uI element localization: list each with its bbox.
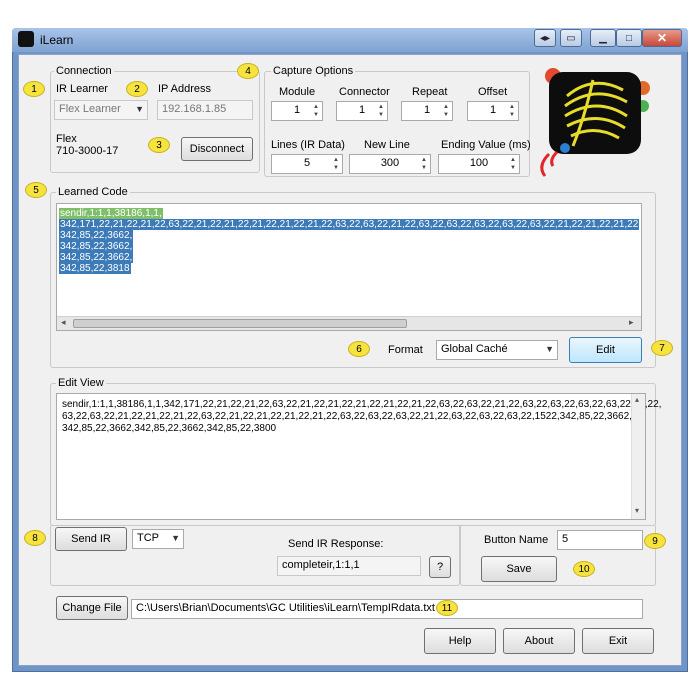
- ir-learner-select[interactable]: Flex Learner ▼: [54, 100, 148, 120]
- edit-line: 63,22,63,22,21,22,21,22,21,22,63,22,21,2…: [62, 411, 632, 422]
- spin-arrows-icon[interactable]: ▲ ▼: [441, 103, 451, 119]
- callout-2: 2: [126, 81, 148, 97]
- new-line-value: 300: [380, 157, 400, 169]
- learned-code-text[interactable]: sendir,1:1,1,38186,1,1, 342,171,22,21,22…: [56, 203, 642, 331]
- horizontal-scrollbar[interactable]: ◂ ▸: [57, 316, 641, 330]
- snap-window-button[interactable]: ▭: [560, 29, 582, 47]
- chevron-down-icon: ▼: [171, 533, 180, 543]
- learned-line: 342,85,22,3818: [59, 263, 131, 274]
- scroll-down-icon[interactable]: ▾: [635, 506, 639, 515]
- button-name-field[interactable]: 5: [557, 530, 643, 550]
- response-help-button[interactable]: ?: [429, 556, 451, 578]
- module-stepper[interactable]: 1 ▲ ▼: [271, 101, 323, 121]
- offset-stepper[interactable]: 1 ▲ ▼: [467, 101, 519, 121]
- callout-9: 9: [644, 533, 666, 549]
- new-line-label: New Line: [364, 139, 410, 151]
- ir-learner-value: Flex Learner: [59, 103, 121, 115]
- lines-value: 5: [303, 157, 311, 169]
- button-name-label: Button Name: [484, 534, 549, 546]
- spin-arrows-icon[interactable]: ▲ ▼: [376, 103, 386, 119]
- scroll-up-icon[interactable]: ▴: [635, 395, 639, 404]
- ip-address-field[interactable]: 192.168.1.85: [157, 100, 253, 120]
- chevron-down-icon: ▼: [545, 344, 554, 354]
- format-label: Format: [388, 344, 423, 356]
- offset-value: 1: [489, 104, 497, 116]
- format-select[interactable]: Global Caché ▼: [436, 340, 558, 360]
- file-path-field[interactable]: C:\Users\Brian\Documents\GC Utilities\iL…: [131, 599, 643, 619]
- send-ir-response-field: completeir,1:1,1: [277, 556, 421, 576]
- minimize-button[interactable]: ▁: [590, 29, 616, 47]
- repeat-value: 1: [423, 104, 431, 116]
- ir-learner-label: IR Learner: [56, 83, 108, 95]
- edit-view-legend: Edit View: [56, 377, 106, 389]
- format-value: Global Caché: [441, 343, 508, 355]
- protocol-value: TCP: [137, 532, 159, 544]
- spin-arrows-icon[interactable]: ▲ ▼: [419, 156, 429, 172]
- ip-address-label: IP Address: [158, 83, 211, 95]
- exit-button[interactable]: Exit: [582, 628, 654, 654]
- connector-value: 1: [358, 104, 366, 116]
- device-name: Flex: [56, 133, 77, 145]
- about-button[interactable]: About: [503, 628, 575, 654]
- repeat-label: Repeat: [412, 86, 448, 98]
- repeat-stepper[interactable]: 1 ▲ ▼: [401, 101, 453, 121]
- learned-line: sendir,1:1,1,38186,1,1,: [59, 208, 163, 219]
- chevron-down-icon: ▼: [135, 104, 144, 114]
- module-value: 1: [293, 104, 301, 116]
- change-file-button[interactable]: Change File: [56, 596, 128, 620]
- edit-line: 342,85,22,3662,342,85,22,3662,342,85,22,…: [62, 423, 277, 434]
- app-icon: [18, 31, 34, 47]
- edit-line: sendir,1:1,1,38186,1,1,342,171,22,21,22,…: [62, 399, 662, 410]
- ending-value: 100: [469, 157, 489, 169]
- scroll-right-icon[interactable]: ▸: [629, 317, 634, 328]
- vertical-scrollbar[interactable]: ▴ ▾: [631, 394, 645, 519]
- edit-view-text[interactable]: sendir,1:1,1,38186,1,1,342,171,22,21,22,…: [56, 393, 661, 520]
- spin-arrows-icon[interactable]: ▲ ▼: [311, 103, 321, 119]
- close-button[interactable]: ✕: [642, 29, 682, 47]
- callout-11: 11: [436, 600, 458, 616]
- send-ir-response-label: Send IR Response:: [288, 538, 384, 550]
- ending-value-label: Ending Value (ms): [441, 139, 531, 151]
- callout-5: 5: [25, 182, 47, 198]
- spin-arrows-icon[interactable]: ▲ ▼: [508, 156, 518, 172]
- connector-label: Connector: [339, 86, 390, 98]
- connector-stepper[interactable]: 1 ▲ ▼: [336, 101, 388, 121]
- ilearn-logo: [535, 66, 655, 181]
- title-bar: [12, 28, 688, 52]
- disconnect-button[interactable]: Disconnect: [181, 137, 253, 161]
- maximize-button[interactable]: □: [616, 29, 642, 47]
- callout-1: 1: [23, 81, 45, 97]
- learned-line: 342,85,22,3662,: [59, 252, 134, 263]
- device-model: 710-3000-17: [56, 145, 119, 157]
- callout-6: 6: [348, 341, 370, 357]
- callout-7: 7: [651, 340, 673, 356]
- lines-stepper[interactable]: 5 ▲ ▼: [271, 154, 343, 174]
- restore-layout-button[interactable]: ◂▸: [534, 29, 556, 47]
- callout-3: 3: [148, 137, 170, 153]
- new-line-stepper[interactable]: 300 ▲ ▼: [349, 154, 431, 174]
- edit-button[interactable]: Edit: [569, 337, 642, 363]
- protocol-select[interactable]: TCP ▼: [132, 529, 184, 549]
- learned-line: 342,85,22,3662,: [59, 230, 134, 241]
- ending-value-stepper[interactable]: 100 ▲ ▼: [438, 154, 520, 174]
- callout-10: 10: [573, 561, 595, 577]
- scroll-left-icon[interactable]: ◂: [61, 317, 66, 328]
- scrollbar-thumb[interactable]: [73, 319, 407, 328]
- callout-4: 4: [237, 63, 259, 79]
- lines-label: Lines (IR Data): [271, 139, 345, 151]
- learned-line: 342,85,22,3662,: [59, 241, 134, 252]
- window-title: iLearn: [40, 33, 74, 47]
- send-ir-button[interactable]: Send IR: [55, 527, 127, 551]
- help-button[interactable]: Help: [424, 628, 496, 654]
- connection-legend: Connection: [54, 65, 114, 77]
- spin-arrows-icon[interactable]: ▲ ▼: [507, 103, 517, 119]
- capture-options-legend: Capture Options: [271, 65, 356, 77]
- module-label: Module: [279, 86, 316, 98]
- learned-code-legend: Learned Code: [56, 186, 130, 198]
- callout-8: 8: [24, 530, 46, 546]
- offset-label: Offset: [478, 86, 508, 98]
- save-button[interactable]: Save: [481, 556, 557, 582]
- spin-arrows-icon[interactable]: ▲ ▼: [331, 156, 341, 172]
- learned-line: 342,171,22,21,22,21,22,63,22,21,22,21,22…: [59, 219, 640, 230]
